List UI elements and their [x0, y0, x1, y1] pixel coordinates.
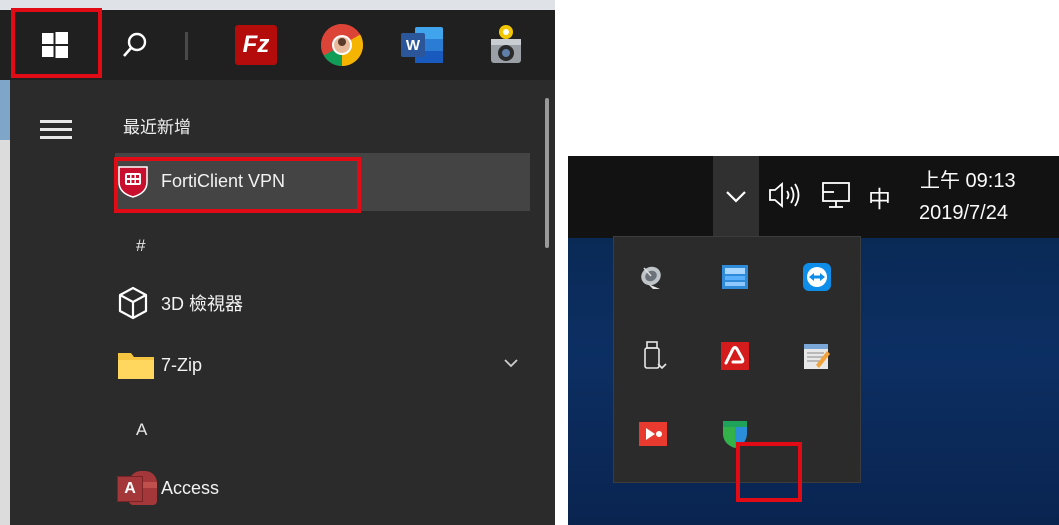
app-7zip-folder[interactable]: 7-Zip [117, 342, 202, 388]
chevron-down-icon [726, 191, 746, 203]
network-icon[interactable] [820, 180, 854, 210]
taskbar-word[interactable]: W [392, 10, 452, 80]
highlight-tray-slot [736, 442, 802, 502]
camera-icon [491, 25, 521, 63]
chrome-icon [320, 23, 364, 67]
left-edge [0, 80, 10, 525]
tray-red-arrow-app[interactable] [636, 417, 670, 451]
taskbar-chrome[interactable] [312, 10, 372, 80]
taskbar-camera-app[interactable] [478, 10, 534, 80]
section-recently-added: 最近新增 [123, 118, 191, 137]
tray-satellite-dish[interactable] [636, 260, 670, 294]
red-arrow-app-icon [639, 422, 667, 446]
app-label: Access [161, 477, 220, 498]
group-header-a[interactable]: A [136, 420, 147, 440]
hamburger-menu-icon[interactable] [40, 120, 72, 140]
satellite-dish-icon [641, 266, 661, 289]
scrollbar[interactable] [545, 98, 549, 248]
tray-avira[interactable] [718, 339, 752, 373]
taskbar-filezilla[interactable]: Fz [230, 10, 282, 80]
cube-icon [118, 286, 148, 320]
input-method-indicator[interactable]: 中 [868, 180, 891, 214]
tray-teamviewer[interactable] [800, 260, 834, 294]
clock-date[interactable]: 2019/7/24 [919, 202, 1008, 225]
show-hidden-icons-button[interactable] [713, 156, 759, 238]
tray-notepad[interactable] [800, 339, 834, 373]
app-label: 3D 檢視器 [161, 294, 244, 314]
clock-time[interactable]: 上午 09:13 [920, 164, 1016, 193]
monitor-tool-icon [722, 265, 748, 289]
tray-screenshot: 中 上午 09:13 2019/7/24 [568, 156, 1059, 525]
access-icon: A [117, 471, 157, 505]
tray-usb-drive[interactable] [636, 339, 670, 373]
taskbar-separator [185, 32, 188, 60]
highlight-forticlient [114, 157, 361, 213]
folder-icon [118, 353, 154, 379]
app-access[interactable]: A Access [117, 465, 219, 511]
notepad-icon [804, 344, 830, 369]
avira-icon [721, 342, 749, 370]
usb-drive-icon [644, 341, 667, 370]
volume-icon[interactable] [767, 180, 803, 210]
word-icon: W [401, 27, 443, 63]
search-icon [123, 32, 147, 57]
tray-monitor-tool[interactable] [718, 260, 752, 294]
app-3d-viewer[interactable]: 3D 檢視器 [117, 280, 243, 326]
group-header-hash[interactable]: # [136, 236, 145, 256]
start-menu-screenshot: Fz W 最近新增 FortiClient VPN # 3D 檢視器 7-Zip… [0, 0, 555, 525]
start-menu-body [10, 80, 555, 525]
highlight-start-button [11, 8, 102, 78]
search-button[interactable] [100, 10, 170, 80]
chevron-down-icon[interactable] [502, 357, 520, 369]
teamviewer-icon [803, 263, 831, 291]
app-label: 7-Zip [161, 354, 203, 375]
filezilla-icon: Fz [235, 25, 277, 65]
